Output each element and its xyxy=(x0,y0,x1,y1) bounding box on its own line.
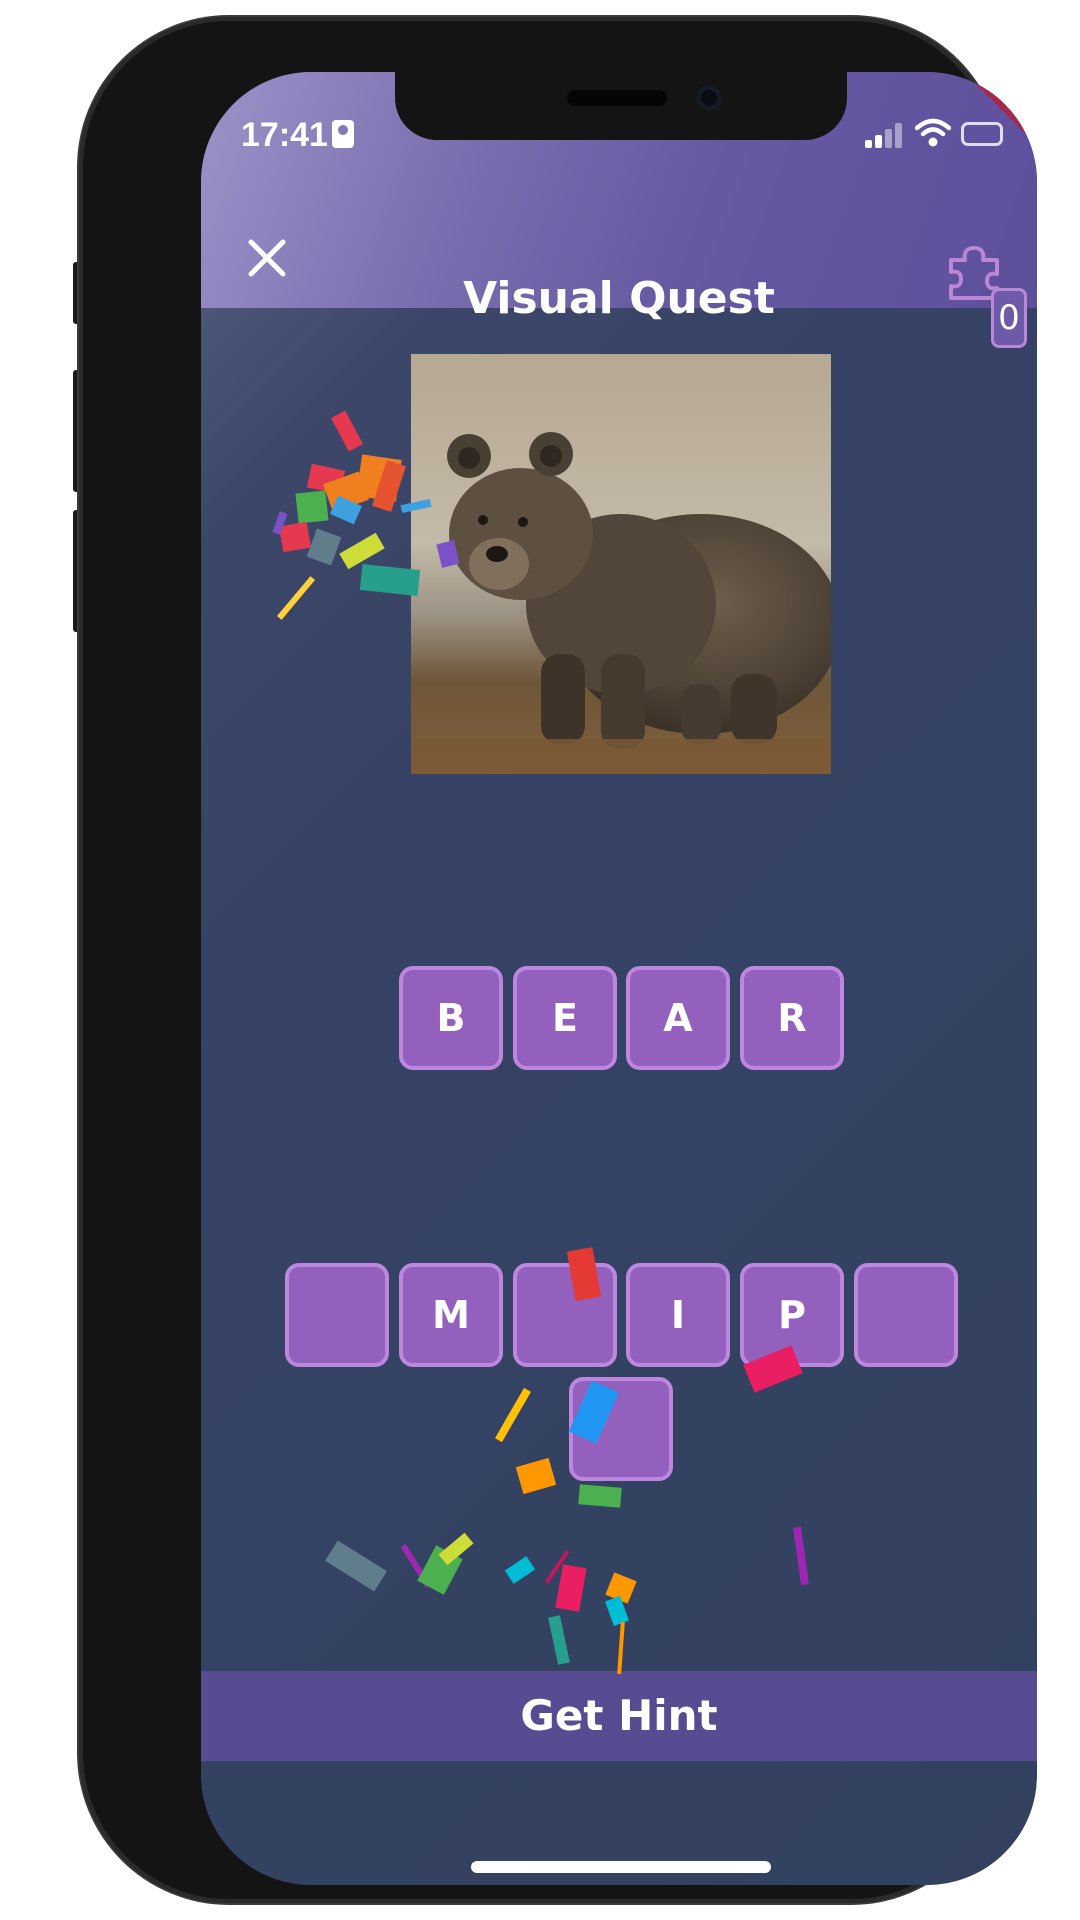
bear-illustration xyxy=(411,354,831,774)
status-time: 17:41 xyxy=(241,116,328,154)
device-mockup: 17:41 DEBUG Visual Quest 0 B E A R M I P… xyxy=(0,0,1080,1920)
battery-icon xyxy=(961,122,1003,146)
app-screen: 17:41 DEBUG Visual Quest 0 B E A R M I P… xyxy=(201,72,1037,1885)
letter-tile[interactable]: I xyxy=(626,1263,730,1367)
bear-photo xyxy=(411,354,831,774)
letter-tile[interactable] xyxy=(285,1263,389,1367)
id-card-icon xyxy=(332,120,354,148)
cellular-signal-icon xyxy=(865,122,905,148)
speaker-grille xyxy=(567,90,667,106)
letter-tile[interactable]: M xyxy=(399,1263,503,1367)
close-icon xyxy=(248,239,286,277)
letter-tile[interactable] xyxy=(513,1263,617,1367)
puzzle-piece-icon xyxy=(949,246,999,300)
front-camera xyxy=(696,85,722,111)
answer-slot[interactable]: R xyxy=(740,966,844,1070)
answer-slot[interactable]: A xyxy=(626,966,730,1070)
phone-frame: 17:41 DEBUG Visual Quest 0 B E A R M I P… xyxy=(79,17,1037,1903)
letter-tile[interactable]: P xyxy=(740,1263,844,1367)
answer-slot[interactable]: E xyxy=(513,966,617,1070)
letter-tile[interactable] xyxy=(569,1377,673,1481)
hint-count-badge: 0 xyxy=(991,288,1027,348)
home-indicator[interactable] xyxy=(471,1861,771,1873)
wifi-icon xyxy=(915,118,951,147)
confetti-burst xyxy=(272,410,809,1675)
letter-tile[interactable] xyxy=(854,1263,958,1367)
answer-slot[interactable]: B xyxy=(399,966,503,1070)
get-hint-button[interactable]: Get Hint xyxy=(201,1671,1037,1761)
notch xyxy=(395,72,847,140)
page-title: Visual Quest xyxy=(463,273,775,324)
